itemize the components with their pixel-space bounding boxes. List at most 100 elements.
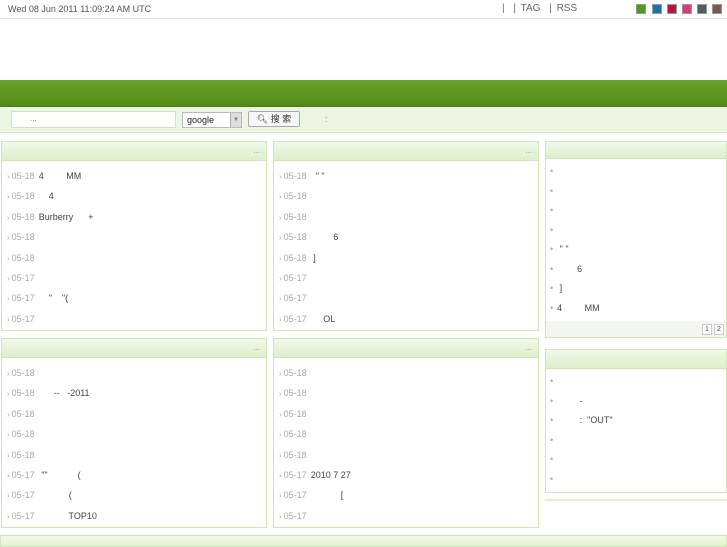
bullet-icon: •	[550, 376, 554, 386]
item-date: 05-18	[283, 191, 307, 202]
list-item[interactable]: › 05-18 4 MM	[2, 166, 266, 186]
item-title[interactable]: OL	[311, 314, 335, 324]
list-item[interactable]: › 05-17	[274, 288, 538, 308]
list-item[interactable]: •	[546, 450, 726, 470]
item-title[interactable]: Burberry +	[39, 212, 94, 222]
item-title[interactable]: 6	[311, 232, 338, 242]
more-link[interactable]: ...	[525, 146, 532, 155]
list-item[interactable]: › 05-18	[2, 404, 266, 424]
list-item[interactable]: › 05-17 2010 7 27	[274, 465, 538, 485]
list-item[interactable]: › 05-18 " "	[274, 166, 538, 186]
item-title[interactable]: [	[311, 490, 344, 500]
item-title[interactable]: ]	[311, 253, 316, 263]
search-button[interactable]: 🔍︎ 搜 索	[248, 111, 300, 127]
item-title[interactable]: (	[39, 490, 72, 500]
list-item[interactable]: •	[546, 201, 726, 221]
list-item[interactable]: › 05-18	[2, 424, 266, 444]
list-item[interactable]: › 05-18	[274, 445, 538, 465]
item-title[interactable]: " "	[557, 244, 569, 254]
page-1[interactable]: 1	[702, 324, 712, 335]
list-item[interactable]: › 05-18	[274, 424, 538, 444]
bullet-icon: •	[550, 205, 554, 215]
item-title[interactable]: " "	[311, 171, 325, 181]
news-panel: ... › 05-18 4 MM › 05-18 4 › 05-18 Burberry + › 05…	[1, 141, 267, 331]
page-2[interactable]: 2	[714, 324, 724, 335]
top-link-tag[interactable]: | TAG	[513, 3, 540, 14]
item-title[interactable]: 4	[39, 191, 54, 201]
list-item[interactable]: •	[546, 162, 726, 182]
more-link[interactable]: ...	[253, 146, 260, 155]
item-title[interactable]: 6	[557, 264, 582, 274]
list-item[interactable]: › 05-18 Burberry +	[2, 207, 266, 227]
top-link-rss[interactable]: | RSS	[549, 3, 577, 14]
list-item[interactable]: • " "	[546, 240, 726, 260]
search-input[interactable]: ...	[11, 111, 176, 128]
list-item[interactable]: › 05-17 OL	[274, 309, 538, 329]
list-item[interactable]: › 05-17 " "(	[2, 288, 266, 308]
top-link-1[interactable]: |	[502, 3, 505, 14]
list-item[interactable]: › 05-18	[2, 248, 266, 268]
list-item[interactable]: › 05-17 (	[2, 485, 266, 505]
item-date: 05-18	[11, 252, 35, 263]
arrow-icon: ›	[7, 192, 10, 202]
list-item[interactable]: › 05-17	[2, 268, 266, 288]
item-date: 05-18	[11, 388, 35, 399]
list-item[interactable]: •	[546, 372, 726, 392]
arrow-icon: ›	[279, 172, 282, 181]
item-date: 05-17	[11, 293, 35, 304]
arrow-icon: ›	[279, 430, 282, 440]
list-item[interactable]: • : "OUT"	[546, 411, 726, 431]
list-item[interactable]: › 05-18 4	[2, 186, 266, 206]
list-item[interactable]: •	[546, 431, 726, 451]
list-item[interactable]: •	[546, 470, 726, 490]
item-title[interactable]: " "(	[39, 293, 68, 303]
list-item[interactable]: › 05-18	[274, 363, 538, 383]
item-title[interactable]: -	[557, 396, 583, 406]
item-title[interactable]: TOP10	[39, 511, 97, 521]
list-item[interactable]: • 6	[546, 260, 726, 280]
bullet-icon: •	[550, 473, 554, 484]
search-engine-select[interactable]: google ▼	[182, 112, 242, 128]
list-item[interactable]: • -	[546, 392, 726, 412]
list-item[interactable]: › 05-18	[274, 404, 538, 424]
theme-swatch-green[interactable]	[636, 4, 646, 14]
list-item[interactable]: › 05-17	[2, 309, 266, 329]
list-item[interactable]: › 05-18 ]	[274, 248, 538, 268]
list-item[interactable]: › 05-18	[274, 186, 538, 206]
list-item[interactable]: › 05-17	[274, 268, 538, 288]
list-item[interactable]: › 05-18	[2, 445, 266, 465]
item-title[interactable]: 4 MM	[557, 303, 600, 313]
list-item[interactable]: › 05-17 TOP10	[2, 506, 266, 526]
bullet-icon: •	[550, 283, 554, 293]
panel-header: ...	[2, 339, 266, 358]
item-title[interactable]: : "OUT"	[557, 415, 613, 425]
list-item[interactable]: •	[546, 221, 726, 241]
item-title[interactable]: 2010 7 27	[311, 470, 351, 480]
more-link[interactable]: ...	[525, 343, 532, 352]
more-link[interactable]: ...	[253, 343, 260, 352]
list-item[interactable]: › 05-17	[274, 506, 538, 526]
arrow-icon: ›	[7, 491, 10, 501]
list-item[interactable]: › 05-18	[2, 227, 266, 247]
list-item[interactable]: •	[546, 182, 726, 202]
list-item[interactable]: • 4 MM	[546, 299, 726, 319]
item-title[interactable]: -- -2011	[39, 388, 90, 398]
list-item[interactable]: › 05-18	[2, 363, 266, 383]
theme-swatch-blue[interactable]	[652, 4, 662, 14]
list-item[interactable]: › 05-17 "" (	[2, 465, 266, 485]
list-item[interactable]: › 05-18	[274, 383, 538, 403]
item-title[interactable]: "" (	[39, 470, 80, 480]
arrow-icon: ›	[7, 369, 10, 378]
list-item[interactable]: › 05-18 6	[274, 227, 538, 247]
list-item[interactable]: › 05-18 -- -2011	[2, 383, 266, 403]
theme-swatch-pink[interactable]	[682, 4, 692, 14]
item-title[interactable]: ]	[557, 283, 563, 293]
theme-swatch-red[interactable]	[667, 4, 677, 14]
list-item[interactable]: • ]	[546, 279, 726, 299]
list-item[interactable]: › 05-17 [	[274, 485, 538, 505]
theme-swatch-brown[interactable]	[712, 4, 722, 14]
item-title[interactable]: 4 MM	[39, 171, 82, 181]
list-item[interactable]: › 05-18	[274, 207, 538, 227]
item-date: 05-18	[283, 232, 307, 243]
theme-swatch-gray[interactable]	[697, 4, 707, 14]
